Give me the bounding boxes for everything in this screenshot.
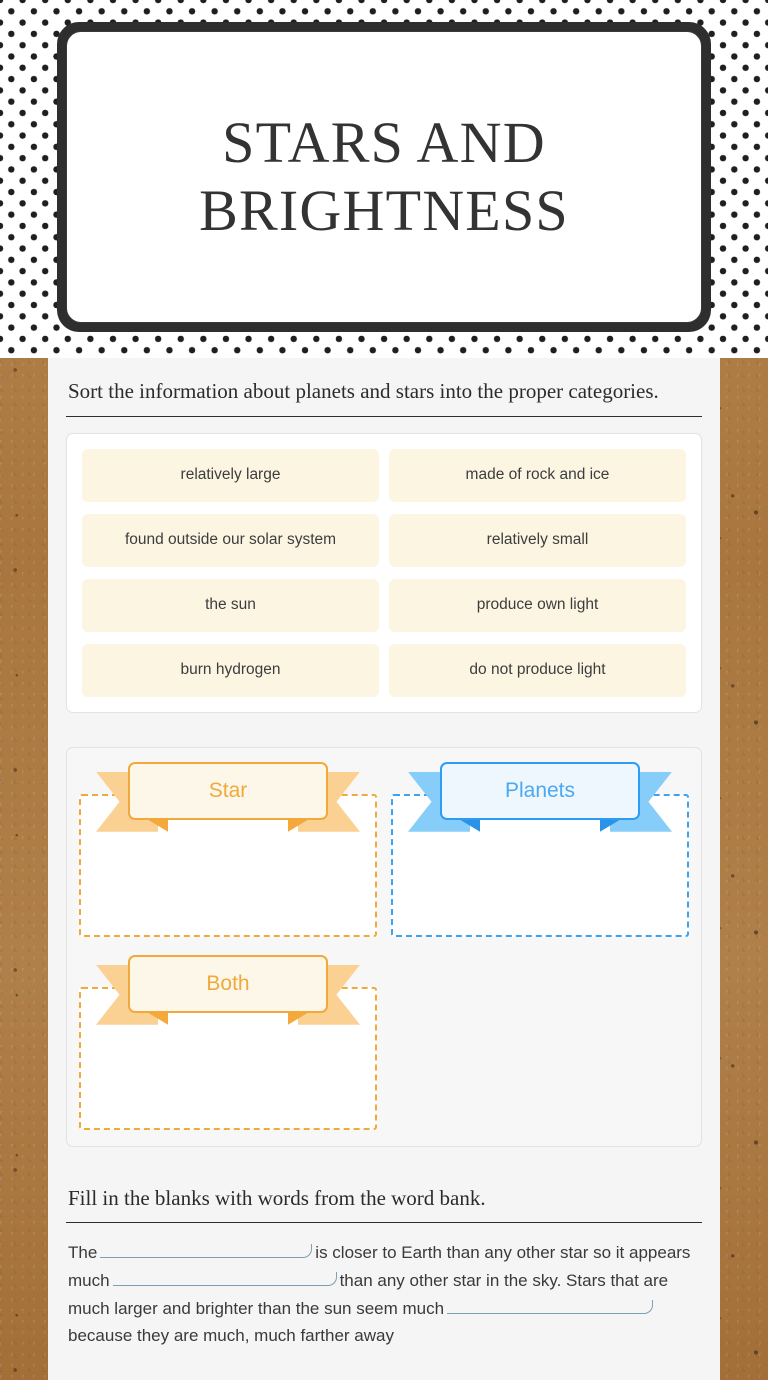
fill-instructions: Fill in the blanks with words from the w…: [68, 1185, 486, 1210]
category-planets: Planets: [391, 761, 689, 937]
word-tile[interactable]: made of rock and ice: [389, 448, 686, 502]
category-star: Star: [79, 761, 377, 937]
sort-instructions: Sort the information about planets and s…: [68, 379, 659, 403]
dropzone-planets[interactable]: [391, 793, 689, 937]
word-tile[interactable]: produce own light: [389, 578, 686, 632]
word-tile[interactable]: relatively small: [389, 513, 686, 567]
title-frame: STARS AND BRIGHTNESS: [57, 22, 711, 332]
blank-input-1[interactable]: [100, 1244, 313, 1259]
category-both: Both: [79, 954, 377, 1130]
page-title: STARS AND BRIGHTNESS: [199, 109, 569, 243]
word-bank-card: relatively large made of rock and ice fo…: [66, 432, 702, 713]
word-tile[interactable]: do not produce light: [389, 643, 686, 697]
category-empty-slot: [391, 955, 689, 1130]
word-tile[interactable]: relatively large: [82, 448, 379, 502]
header-polka-dot-band: STARS AND BRIGHTNESS: [0, 0, 768, 358]
worksheet-sheet: Sort the information about planets and s…: [48, 358, 720, 1380]
sort-activity-section: Sort the information about planets and s…: [66, 378, 702, 1147]
dropzone-star[interactable]: [79, 793, 377, 937]
fill-in-blanks-text: The is closer to Earth than any other sta…: [66, 1239, 702, 1349]
blank-input-3[interactable]: [447, 1299, 654, 1314]
fill-in-blanks-section: Fill in the blanks with words from the w…: [66, 1185, 702, 1350]
word-tile[interactable]: burn hydrogen: [82, 643, 379, 697]
category-drop-areas: Star Planets Both: [66, 746, 702, 1147]
sentence-text-part-4: because they are much, much farther away: [68, 1326, 394, 1346]
sentence-text-part-1: The: [68, 1243, 98, 1263]
worksheet-page: STARS AND BRIGHTNESS Sort the informatio…: [0, 0, 768, 1380]
section-divider: [66, 415, 702, 417]
blank-input-2[interactable]: [112, 1271, 337, 1286]
dropzone-both[interactable]: [79, 986, 377, 1130]
word-tile[interactable]: found outside our solar system: [82, 513, 379, 567]
word-tile[interactable]: the sun: [82, 578, 379, 632]
title-frame-inner: STARS AND BRIGHTNESS: [66, 31, 702, 323]
section-divider: [66, 1222, 702, 1224]
